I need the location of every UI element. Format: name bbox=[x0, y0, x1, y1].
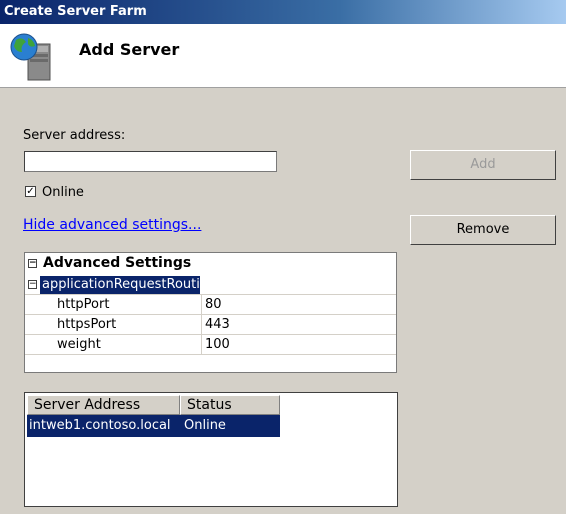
server-list[interactable]: Server Address Status intweb1.contoso.lo… bbox=[24, 392, 398, 507]
wizard-header: Add Server bbox=[0, 24, 566, 88]
remove-button[interactable]: Remove bbox=[410, 215, 556, 245]
property-name: httpPort bbox=[57, 297, 110, 312]
window-title: Create Server Farm bbox=[4, 4, 147, 19]
category-label: Advanced Settings bbox=[43, 255, 192, 271]
online-label: Online bbox=[42, 185, 84, 200]
property-row[interactable]: httpsPort 443 bbox=[25, 315, 396, 335]
server-address-input[interactable] bbox=[24, 151, 277, 172]
server-globe-icon bbox=[10, 33, 51, 81]
collapse-icon[interactable]: − bbox=[28, 280, 37, 289]
column-divider bbox=[201, 315, 202, 334]
subcategory-row[interactable]: − applicationRequestRoutir bbox=[25, 275, 396, 295]
advanced-settings-grid[interactable]: − Advanced Settings − applicationRequest… bbox=[24, 252, 397, 373]
property-value[interactable]: 80 bbox=[205, 297, 222, 312]
subcategory-label: applicationRequestRoutir bbox=[40, 276, 200, 294]
collapse-icon[interactable]: − bbox=[28, 259, 37, 268]
column-divider bbox=[201, 335, 202, 354]
page-title: Add Server bbox=[79, 40, 180, 59]
server-address-label: Server address: bbox=[23, 128, 126, 143]
property-row[interactable]: httpPort 80 bbox=[25, 295, 396, 315]
hide-advanced-settings-link[interactable]: Hide advanced settings... bbox=[23, 217, 201, 233]
property-row[interactable]: weight 100 bbox=[25, 335, 396, 355]
advanced-settings-category[interactable]: − Advanced Settings bbox=[25, 255, 396, 275]
property-name: weight bbox=[57, 337, 101, 352]
property-value[interactable]: 443 bbox=[205, 317, 230, 332]
online-checkbox[interactable]: ✓ bbox=[25, 186, 36, 197]
property-value[interactable]: 100 bbox=[205, 337, 230, 352]
status-cell: Online bbox=[184, 418, 226, 433]
window-titlebar: Create Server Farm bbox=[0, 0, 566, 24]
column-header-status[interactable]: Status bbox=[180, 395, 280, 415]
property-name: httpsPort bbox=[57, 317, 117, 332]
column-divider bbox=[201, 295, 202, 314]
server-address-cell: intweb1.contoso.local bbox=[29, 418, 171, 433]
add-button[interactable]: Add bbox=[410, 150, 556, 180]
list-item[interactable]: intweb1.contoso.local Online bbox=[27, 415, 280, 437]
column-header-server-address[interactable]: Server Address bbox=[27, 395, 180, 415]
